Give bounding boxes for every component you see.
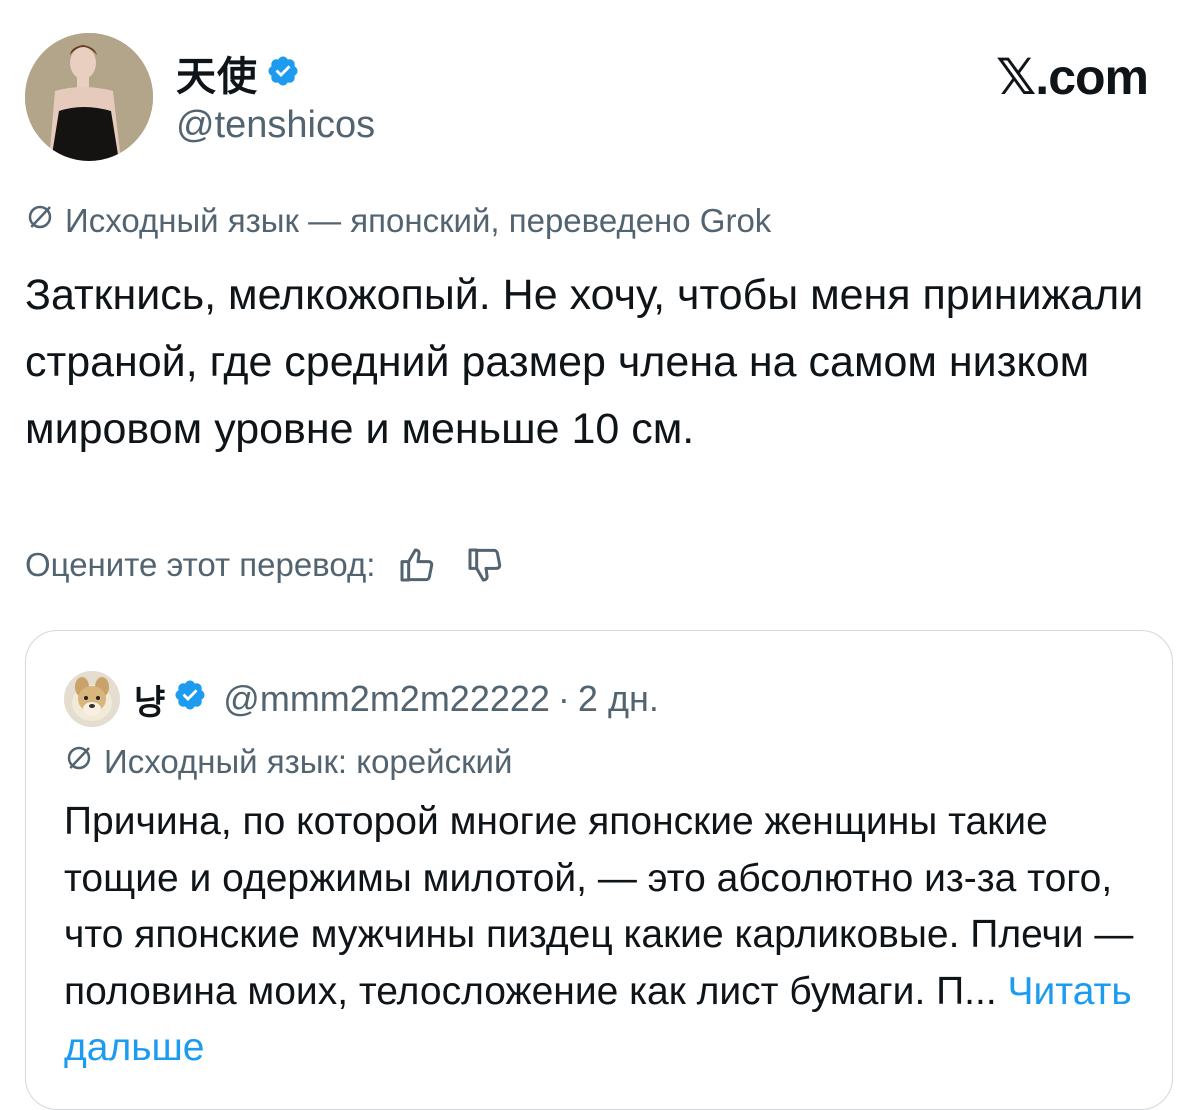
quoted-author-display-name[interactable]: 냥 [134,675,165,724]
thumbs-up-icon[interactable] [397,545,437,585]
translate-icon [64,743,94,781]
x-com-text: 𝕏.com [996,49,1149,105]
author-handle[interactable]: @tenshicos [176,104,375,147]
quoted-timestamp[interactable]: 2 дн. [578,678,659,720]
rate-translation-label: Оцените этот перевод: [25,546,376,583]
quoted-translation-note-text: Исходный язык: корейский [104,743,513,780]
verified-badge-icon [266,54,300,93]
quoted-tweet-header: 냥 @mmm2m2m22222 · 2 дн. [64,671,659,727]
thumbs-down-icon[interactable] [465,545,505,585]
verified-badge-icon [173,678,207,721]
translation-note-text: Исходный язык — японский, переведено Gro… [65,202,772,239]
separator-dot: · [557,678,570,719]
translation-note: Исходный язык — японский, переведено Gro… [25,202,771,240]
quoted-tweet-text: Причина, по которой многие японские женщ… [64,794,1134,1077]
tweet-text: Заткнись, мелкожопый. Не хочу, чтобы мен… [25,271,1144,453]
quoted-author-handle[interactable]: @mmm2m2m22222 [223,678,550,720]
quoted-author-avatar[interactable] [64,671,120,727]
dog-avatar-image [64,671,120,727]
portrait-image [25,33,153,161]
rate-translation-row: Оцените этот перевод: [25,545,505,585]
author-display-name[interactable]: 天使 [176,44,258,102]
quoted-tweet-body: Причина, по которой многие японские женщ… [64,800,1134,1013]
x-com-logo: 𝕏.com [996,48,1149,106]
quoted-translation-note: Исходный язык: корейский [64,743,512,781]
author-avatar[interactable] [25,33,153,161]
author-name-row: 天使 [176,44,300,102]
translate-icon [25,202,55,240]
quoted-tweet[interactable]: 냥 @mmm2m2m22222 · 2 дн. Исходный язык: к… [25,630,1173,1110]
